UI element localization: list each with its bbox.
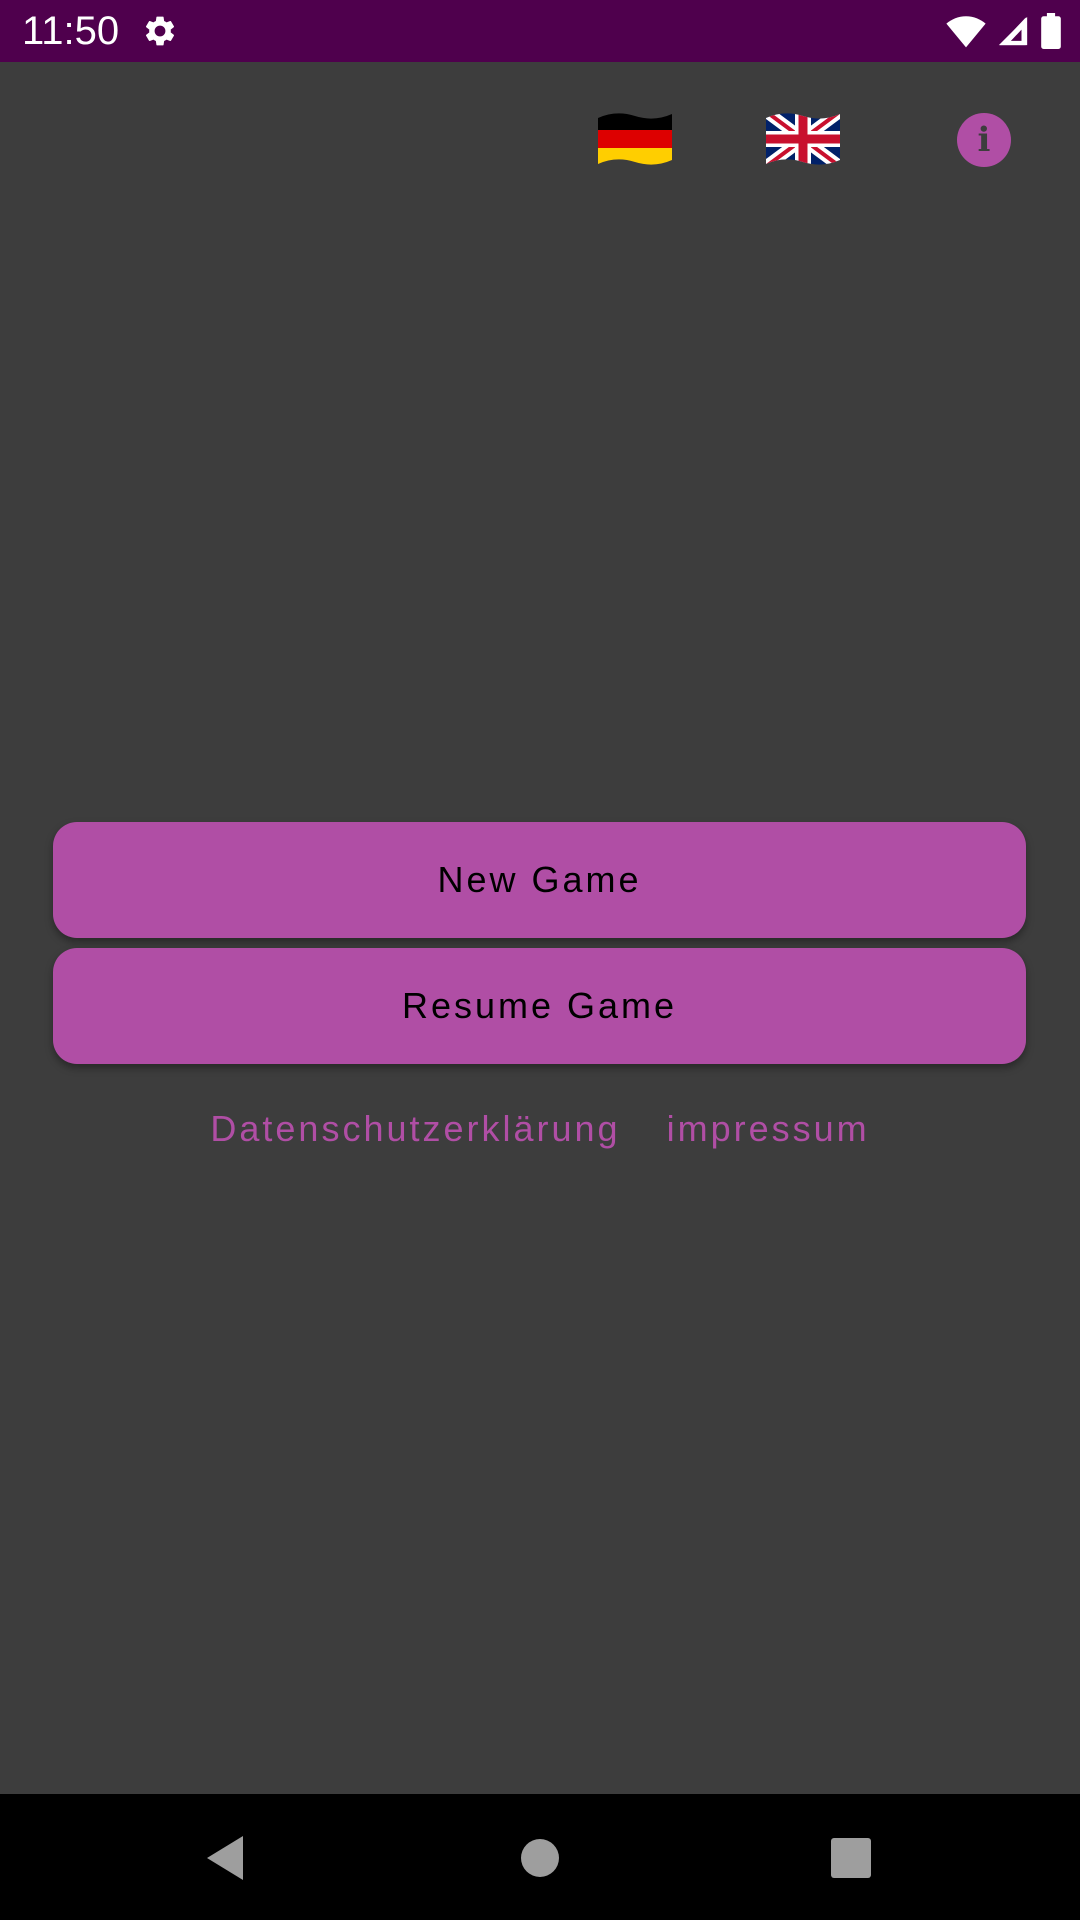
gear-icon bbox=[145, 16, 175, 46]
status-time: 11:50 bbox=[22, 9, 120, 53]
privacy-policy-link[interactable]: Datenschutzerklärung bbox=[210, 1108, 620, 1150]
wifi-icon bbox=[946, 16, 986, 48]
german-flag-icon[interactable] bbox=[596, 110, 674, 168]
home-icon[interactable] bbox=[512, 1830, 568, 1886]
uk-flag-icon[interactable] bbox=[764, 110, 842, 168]
imprint-link[interactable]: impressum bbox=[667, 1108, 870, 1150]
resume-game-button[interactable]: Resume Game bbox=[53, 948, 1026, 1064]
recents-icon[interactable] bbox=[823, 1830, 879, 1886]
footer-links: Datenschutzerklärung impressum bbox=[0, 1108, 1080, 1150]
status-icons bbox=[946, 13, 1062, 49]
status-bar: 11:50 bbox=[0, 0, 1080, 62]
back-icon[interactable] bbox=[197, 1830, 253, 1886]
signal-icon bbox=[998, 16, 1028, 46]
info-icon[interactable]: i bbox=[957, 113, 1011, 167]
main-screen: 11:50 i New Game Resume Game Datenschutz… bbox=[0, 0, 1080, 1920]
new-game-button[interactable]: New Game bbox=[53, 822, 1026, 938]
navigation-bar bbox=[0, 1794, 1080, 1920]
battery-icon bbox=[1041, 13, 1061, 49]
